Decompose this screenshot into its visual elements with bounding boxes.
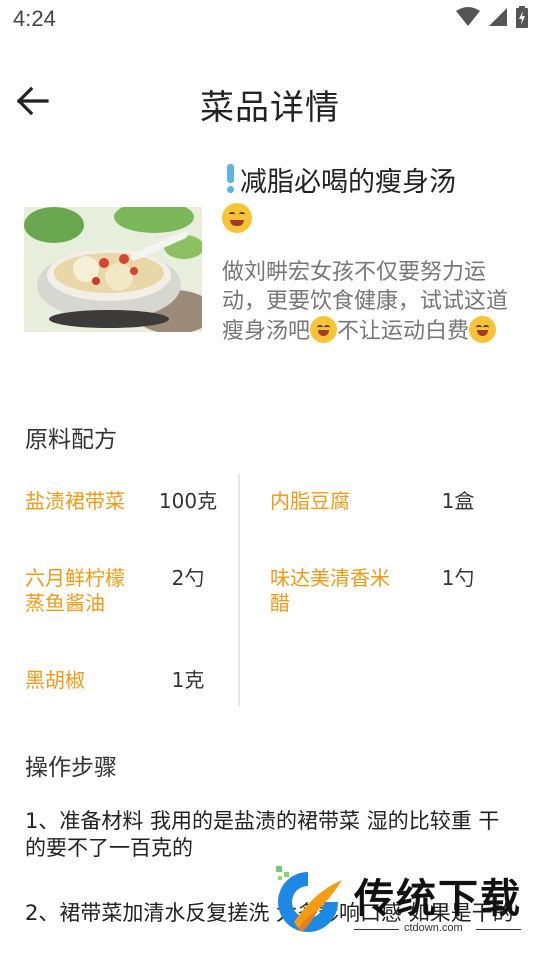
page-title: 菜品详情 [200,88,340,128]
smile-emoji-icon [469,316,497,343]
steps-heading: 操作步骤 [25,755,117,781]
dish-title-text: 减脂必喝的瘦身汤 [240,167,456,198]
watermark-logo-icon [276,866,342,932]
ingredient-qty: 1盒 [441,489,475,513]
ingredient-qty: 1克 [171,668,205,692]
status-time: 4:24 [13,6,56,31]
status-icons [456,6,528,32]
battery-charging-icon [516,6,528,32]
ingredient-name: 内脂豆腐 [270,489,350,513]
dish-photo [24,207,202,332]
watermark-rule-right [476,929,521,930]
ingredient-qty: 2勺 [171,566,205,590]
ingredient-name: 黑胡椒 [25,668,85,692]
wink-emoji-icon [222,203,252,233]
dish-description-part-2: 不让运动白费 [337,319,470,344]
ingredient-name: 味达美清香米醋 [270,566,390,615]
ingredient-qty: 1勺 [441,566,475,590]
smile-emoji-icon [310,316,338,343]
ingredient-qty: 100克 [158,489,218,513]
signal-icon [488,7,508,31]
watermark: 传统下载 ctdown.com [268,858,540,960]
dish-title: 减脂必喝的瘦身汤 [222,164,517,237]
ingredients-heading: 原料配方 [25,427,117,453]
watermark-url: ctdown.com [404,922,463,934]
ingredient-name: 六月鲜柠檬蒸鱼酱油 [25,566,125,615]
status-bar: 4:24 [0,0,540,40]
app-bar: 菜品详情 [0,60,540,140]
dish-description: 做刘畊宏女孩不仅要努力运动，更要饮食健康，试试这道瘦身汤吧 不让运动白费 [222,258,512,346]
ingredients-divider [238,474,240,706]
watermark-brand: 传统下载 [354,876,522,922]
ingredients-grid: 盐渍裙带菜 100克 内脂豆腐 1盒 六月鲜柠檬蒸鱼酱油 2勺 味达美清香米醋 … [0,474,540,706]
wifi-icon [456,7,480,31]
watermark-rule-left [354,929,399,930]
ingredient-name: 盐渍裙带菜 [25,489,125,513]
step-item: 1、准备材料 我用的是盐渍的裙带菜 湿的比较重 干的要不了一百克的 [25,809,500,860]
exclamation-icon [222,164,238,194]
